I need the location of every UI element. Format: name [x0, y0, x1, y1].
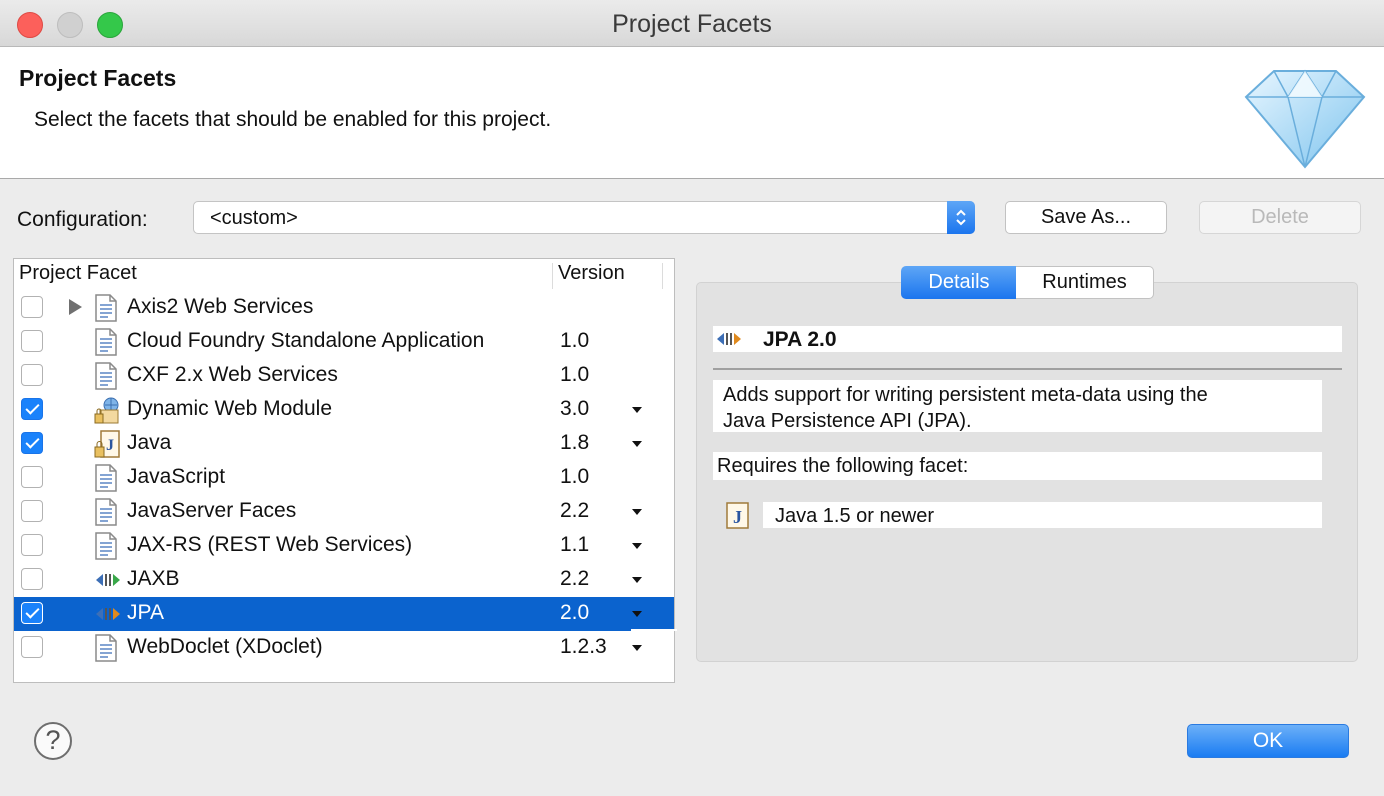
facet-version: 1.0 — [560, 329, 590, 352]
facet-row[interactable]: CXF 2.x Web Services 1.0 — [14, 359, 674, 393]
document-icon — [94, 634, 120, 662]
facet-row[interactable]: Dynamic Web Module 3.0 — [14, 393, 674, 427]
delete-button[interactable]: Delete — [1199, 201, 1361, 234]
version-dropdown-icon[interactable] — [632, 441, 642, 447]
requirement-box: Java 1.5 or newer — [763, 502, 1322, 528]
facet-checkbox[interactable] — [21, 534, 43, 556]
facet-version: 1.2.3 — [560, 635, 607, 658]
help-button[interactable]: ? — [34, 722, 72, 760]
document-icon — [94, 498, 120, 526]
facet-checkbox[interactable] — [21, 568, 43, 590]
facet-version: 2.0 — [560, 601, 590, 624]
up-down-arrows-icon[interactable] — [947, 201, 975, 234]
facet-name: JAX-RS (REST Web Services) — [127, 533, 413, 556]
title-bar: Project Facets — [0, 0, 1384, 47]
facet-version: 1.0 — [560, 465, 590, 488]
jpa-icon — [717, 333, 741, 345]
facet-checkbox[interactable] — [21, 500, 43, 522]
facet-row[interactable]: JavaScript 1.0 — [14, 461, 674, 495]
save-as-button[interactable]: Save As... — [1005, 201, 1167, 234]
page-title: Project Facets — [19, 65, 177, 91]
jaxb-icon — [94, 571, 120, 599]
expand-arrow-icon[interactable] — [69, 299, 82, 315]
facet-version: 2.2 — [560, 567, 590, 590]
description-line: Adds support for writing persistent meta… — [723, 384, 1208, 406]
facet-version: 1.0 — [560, 363, 590, 386]
facet-description-box: Adds support for writing persistent meta… — [713, 380, 1322, 432]
version-dropdown-icon[interactable] — [632, 577, 642, 583]
facet-checkbox[interactable] — [21, 330, 43, 352]
project-facets-dialog: Project Facets Project Facets Select the… — [0, 0, 1384, 796]
diamond-icon — [1244, 69, 1366, 169]
facet-row[interactable]: JAXB 2.2 — [14, 563, 674, 597]
facet-name: Dynamic Web Module — [127, 397, 333, 420]
document-icon — [94, 532, 120, 560]
facet-table: Project Facet Version Axis2 Web Services… — [13, 258, 677, 683]
facet-checkbox[interactable] — [21, 466, 43, 488]
facet-checkbox[interactable] — [21, 636, 43, 658]
facet-row[interactable]: Axis2 Web Services — [14, 291, 674, 325]
ok-button[interactable]: OK — [1187, 724, 1349, 758]
facet-checkbox[interactable] — [21, 432, 43, 454]
facet-row[interactable]: J Java 1.8 — [14, 427, 674, 461]
document-icon — [94, 464, 120, 492]
tab-runtimes[interactable]: Runtimes — [1016, 266, 1154, 299]
details-facet-name: JPA 2.0 — [763, 328, 837, 351]
facet-checkbox[interactable] — [21, 398, 43, 420]
facet-row[interactable]: JAX-RS (REST Web Services) 1.1 — [14, 529, 674, 563]
details-description: Adds support for writing persistent meta… — [723, 382, 1208, 434]
facet-version: 3.0 — [560, 397, 590, 420]
facet-name: JPA — [127, 601, 164, 624]
column-header-version[interactable]: Version — [558, 262, 625, 285]
facet-name: JAXB — [127, 567, 180, 590]
configuration-value: <custom> — [210, 207, 298, 229]
document-icon — [94, 362, 120, 390]
document-icon — [94, 294, 120, 322]
facet-row[interactable]: JavaServer Faces 2.2 — [14, 495, 674, 529]
window-title: Project Facets — [612, 10, 772, 38]
version-dropdown-icon[interactable] — [632, 543, 642, 549]
facet-checkbox[interactable] — [21, 364, 43, 386]
web-module-locked-icon — [94, 396, 120, 424]
description-line: Java Persistence API (JPA). — [723, 410, 972, 432]
column-header-facet[interactable]: Project Facet — [19, 262, 137, 285]
version-dropdown-icon[interactable] — [632, 645, 642, 651]
facet-name: Axis2 Web Services — [127, 295, 314, 318]
facet-row[interactable]: WebDoclet (XDoclet) 1.2.3 — [14, 631, 674, 665]
facet-version: 1.1 — [560, 533, 590, 556]
requires-label: Requires the following facet: — [717, 455, 969, 477]
svg-text:J: J — [733, 507, 742, 527]
java-locked-icon: J — [94, 430, 120, 458]
facet-row[interactable]: JPA 2.0 — [14, 597, 677, 633]
facet-checkbox[interactable] — [21, 602, 43, 624]
facet-version: 2.2 — [560, 499, 590, 522]
requires-box: Requires the following facet: — [713, 452, 1322, 480]
configuration-label: Configuration: — [17, 208, 148, 231]
requirement-text: Java 1.5 or newer — [775, 505, 934, 527]
facet-row[interactable]: Cloud Foundry Standalone Application 1.0 — [14, 325, 674, 359]
configuration-select[interactable]: <custom> — [193, 201, 975, 234]
facet-name: Java — [127, 431, 172, 454]
facet-name: Cloud Foundry Standalone Application — [127, 329, 485, 352]
svg-text:J: J — [106, 437, 114, 454]
column-divider — [552, 263, 553, 289]
page-description: Select the facets that should be enabled… — [34, 108, 552, 131]
facet-name: CXF 2.x Web Services — [127, 363, 338, 386]
tab-details[interactable]: Details — [901, 266, 1017, 299]
details-divider — [713, 368, 1342, 370]
version-dropdown-icon[interactable] — [632, 611, 642, 617]
facet-name-box: JPA 2.0 — [713, 326, 1342, 352]
version-dropdown-icon[interactable] — [632, 509, 642, 515]
document-icon — [94, 328, 120, 356]
facet-name: JavaScript — [127, 465, 226, 488]
version-dropdown-icon[interactable] — [632, 407, 642, 413]
header-banner: Project Facets Select the facets that sh… — [0, 47, 1384, 179]
column-divider — [662, 263, 663, 289]
facet-name: JavaServer Faces — [127, 499, 297, 522]
java-icon: J — [726, 502, 749, 529]
jpa-icon — [94, 605, 120, 633]
facet-name: WebDoclet (XDoclet) — [127, 635, 323, 658]
facet-checkbox[interactable] — [21, 296, 43, 318]
facet-version: 1.8 — [560, 431, 590, 454]
